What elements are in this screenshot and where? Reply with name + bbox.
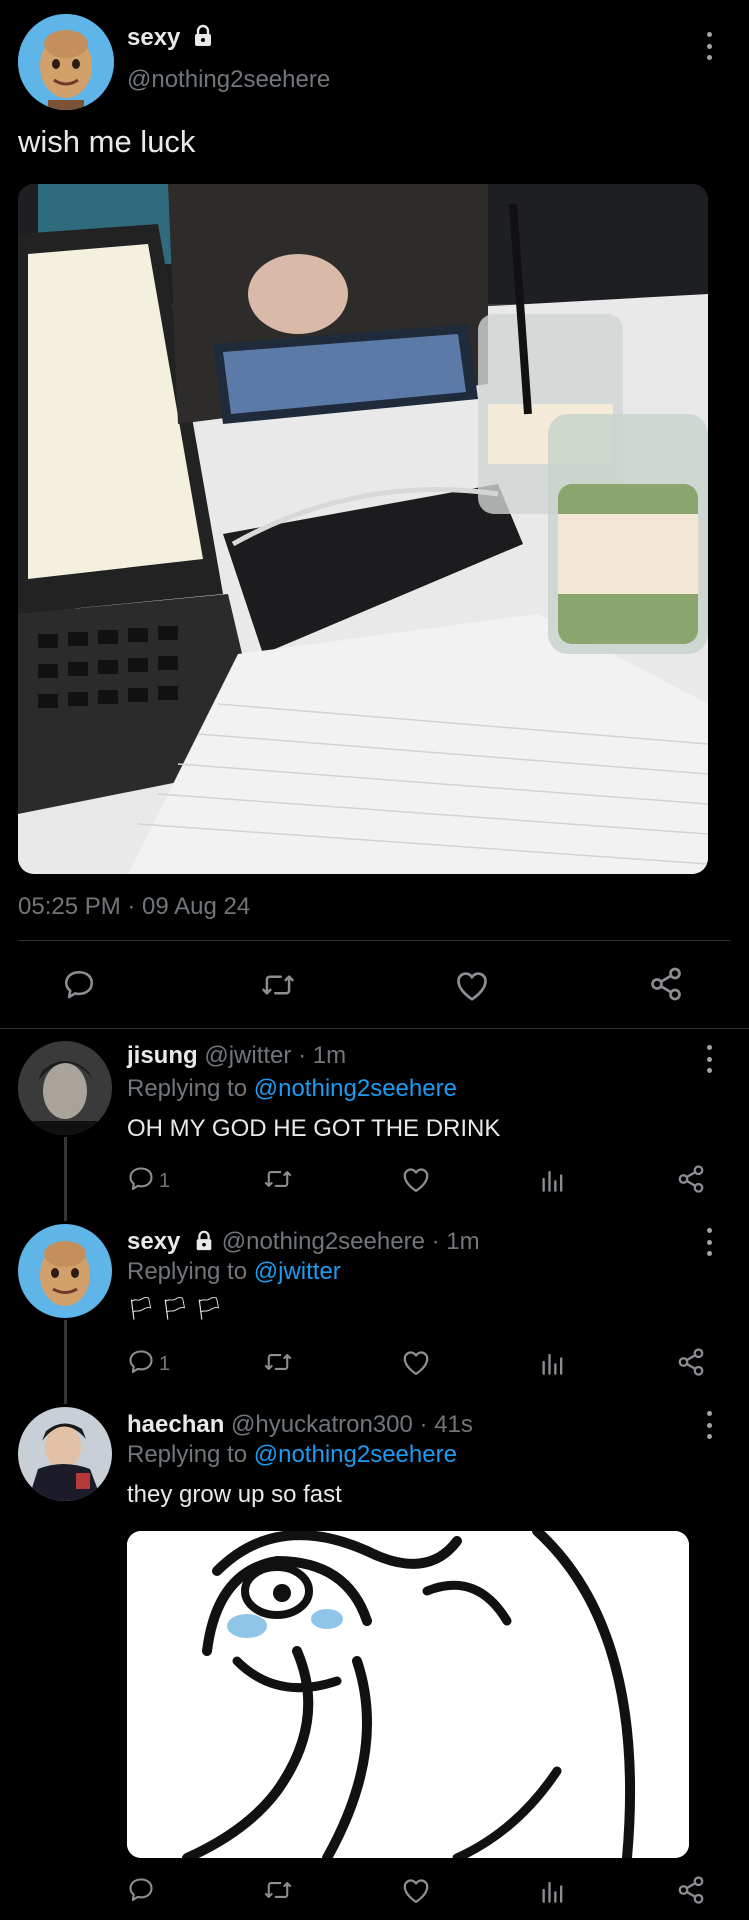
replying-to-label: Replying to bbox=[127, 1075, 248, 1102]
reply-count: 1 bbox=[159, 1353, 171, 1375]
reply-count: 1 bbox=[159, 1170, 171, 1192]
replying-to-line: Replying to @nothing2seehere bbox=[127, 1075, 457, 1103]
views-icon[interactable] bbox=[540, 1876, 566, 1909]
share-icon[interactable] bbox=[648, 966, 684, 1002]
author-handle[interactable]: @hyuckatron300 bbox=[231, 1411, 413, 1438]
post-time: · 1m bbox=[298, 1042, 347, 1069]
author-handle[interactable]: @jwitter bbox=[204, 1042, 291, 1069]
reply-text: OH MY GOD HE GOT THE DRINK bbox=[127, 1115, 501, 1142]
reply-author-row: haechan @hyuckatron300 · 41s bbox=[127, 1411, 473, 1439]
replying-to-label: Replying to bbox=[127, 1258, 248, 1285]
avatar[interactable] bbox=[18, 1407, 112, 1501]
lock-icon bbox=[193, 1230, 215, 1259]
more-options-icon[interactable] bbox=[703, 1411, 715, 1439]
reply-icon bbox=[127, 1165, 155, 1198]
thread-line bbox=[64, 1137, 67, 1221]
reply-button[interactable]: 1 bbox=[127, 1165, 170, 1198]
thread-line bbox=[64, 1320, 67, 1404]
display-name[interactable]: sexy bbox=[127, 1228, 180, 1255]
reply-author-row: jisung @jwitter · 1m bbox=[127, 1042, 346, 1070]
replying-to-link[interactable]: @nothing2seehere bbox=[254, 1075, 457, 1102]
share-icon[interactable] bbox=[676, 1347, 706, 1382]
more-options-icon[interactable] bbox=[703, 1045, 715, 1073]
replying-to-line: Replying to @jwitter bbox=[127, 1258, 341, 1286]
replying-to-link[interactable]: @jwitter bbox=[254, 1258, 341, 1285]
reply-text: 🏳🏳🏳 bbox=[127, 1296, 229, 1321]
reply-author-row: sexy @nothing2seehere · 1m bbox=[127, 1228, 480, 1259]
replying-to-label: Replying to bbox=[127, 1441, 248, 1468]
avatar[interactable] bbox=[18, 14, 114, 110]
post-time: · 1m bbox=[431, 1228, 480, 1255]
reply-text: they grow up so fast bbox=[127, 1481, 342, 1508]
like-icon[interactable] bbox=[401, 1876, 431, 1909]
share-icon[interactable] bbox=[676, 1875, 706, 1910]
reply-icon[interactable] bbox=[62, 968, 96, 1002]
replying-to-line: Replying to @nothing2seehere bbox=[127, 1441, 457, 1469]
retweet-icon[interactable] bbox=[263, 1348, 293, 1381]
divider bbox=[18, 940, 730, 941]
replying-to-link[interactable]: @nothing2seehere bbox=[254, 1441, 457, 1468]
display-name[interactable]: sexy bbox=[127, 24, 180, 51]
author-handle[interactable]: @nothing2seehere bbox=[222, 1228, 425, 1255]
divider bbox=[0, 1028, 749, 1029]
reply-button[interactable]: 1 bbox=[127, 1348, 170, 1381]
author-handle[interactable]: @nothing2seehere bbox=[127, 66, 330, 94]
avatar[interactable] bbox=[18, 1224, 112, 1318]
views-icon[interactable] bbox=[540, 1348, 566, 1381]
tweet-timestamp: 05:25 PM · 09 Aug 24 bbox=[18, 893, 251, 920]
main-author-row: sexy bbox=[127, 24, 215, 53]
retweet-icon[interactable] bbox=[263, 1165, 293, 1198]
more-options-icon[interactable] bbox=[703, 32, 715, 60]
lock-icon bbox=[191, 24, 215, 53]
avatar[interactable] bbox=[18, 1041, 112, 1135]
reply-icon bbox=[127, 1348, 155, 1381]
retweet-icon[interactable] bbox=[263, 1876, 293, 1909]
views-icon[interactable] bbox=[540, 1165, 566, 1198]
like-icon[interactable] bbox=[401, 1165, 431, 1198]
display-name[interactable]: jisung bbox=[127, 1042, 198, 1069]
like-icon[interactable] bbox=[454, 968, 490, 1002]
post-time: · 41s bbox=[419, 1411, 473, 1438]
tweet-text: wish me luck bbox=[18, 124, 196, 159]
reply-image[interactable] bbox=[127, 1531, 689, 1858]
more-options-icon[interactable] bbox=[703, 1228, 715, 1256]
tweet-photo[interactable] bbox=[18, 184, 708, 874]
reply-icon[interactable] bbox=[127, 1876, 155, 1909]
share-icon[interactable] bbox=[676, 1164, 706, 1199]
retweet-icon[interactable] bbox=[260, 968, 296, 1002]
display-name[interactable]: haechan bbox=[127, 1411, 224, 1438]
like-icon[interactable] bbox=[401, 1348, 431, 1381]
